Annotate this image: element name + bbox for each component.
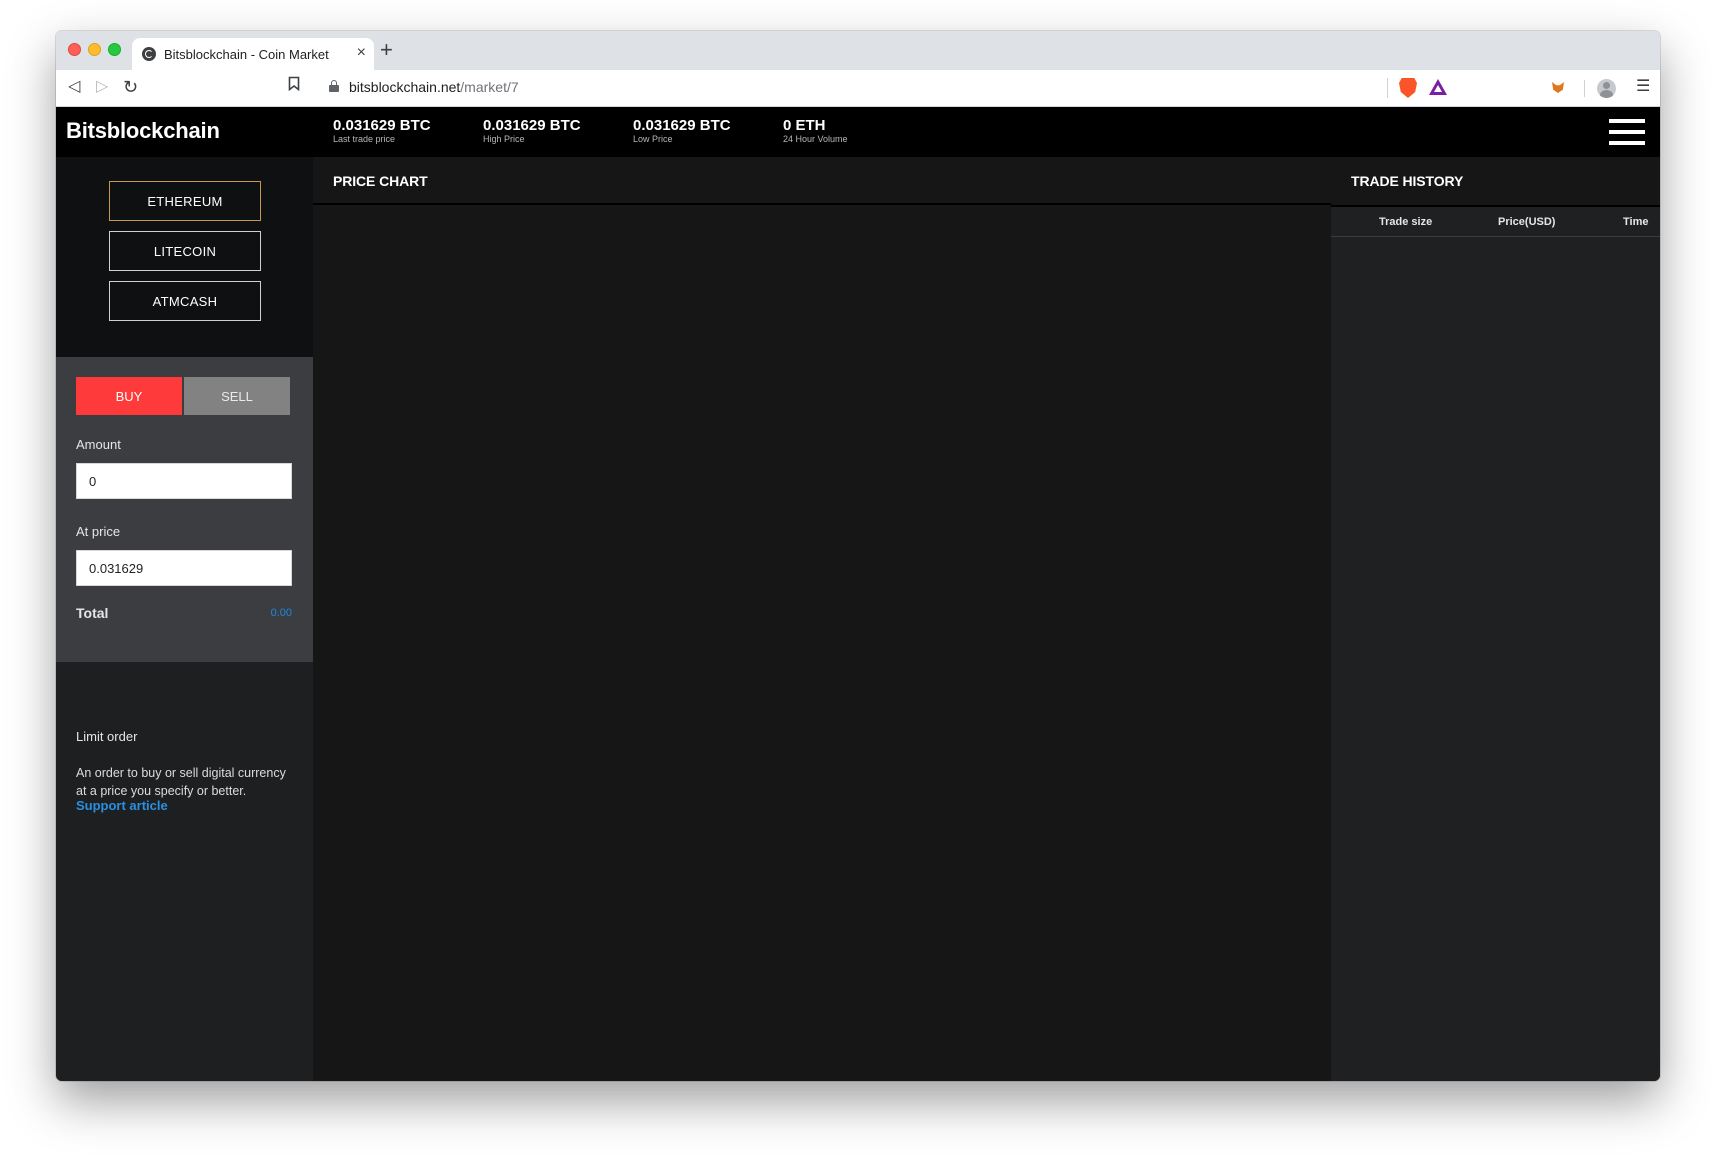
trade-history-title: TRADE HISTORY: [1351, 173, 1464, 189]
toolbar-separator: [1584, 80, 1585, 97]
left-sidebar: ETHEREUM LITECOIN ATMCASH BUY SELL Amoun…: [56, 157, 313, 1081]
forward-icon[interactable]: ▷: [96, 76, 108, 98]
browser-toolbar: ◁ ▷ ↻ bitsblockchain.net/market/7 ☰: [56, 70, 1660, 107]
stat-24h-volume: 0 ETH 24 Hour Volume: [783, 117, 848, 145]
browser-menu-icon[interactable]: ☰: [1636, 76, 1650, 98]
metamask-extension-icon[interactable]: [1552, 82, 1564, 93]
browser-window: Bitsblockchain - Coin Market × + ◁ ▷ ↻ b…: [56, 31, 1660, 1081]
close-tab-icon[interactable]: ×: [357, 44, 366, 62]
stat-label: 24 Hour Volume: [783, 134, 848, 144]
support-article-link[interactable]: Support article: [76, 798, 168, 813]
address-bar[interactable]: bitsblockchain.net/market/7: [319, 74, 1471, 102]
page: Bitsblockchain 0.031629 BTC Last trade p…: [56, 107, 1660, 1081]
new-tab-button[interactable]: +: [380, 37, 393, 63]
hamburger-menu-icon[interactable]: [1609, 119, 1645, 145]
trade-history-panel: TRADE HISTORY Trade size Price(USD) Time: [1331, 157, 1660, 1081]
browser-tab[interactable]: Bitsblockchain - Coin Market ×: [132, 38, 374, 70]
stat-label: High Price: [483, 134, 525, 144]
coin-selector: ETHEREUM LITECOIN ATMCASH: [56, 157, 313, 357]
url-separator: [1387, 78, 1388, 98]
stat-high-price: 0.031629 BTC High Price: [483, 117, 581, 145]
price-input[interactable]: 0.031629: [76, 550, 292, 586]
price-label: At price: [76, 524, 121, 539]
bookmark-icon[interactable]: [288, 76, 300, 98]
trade-history-columns: Trade size Price(USD) Time: [1331, 205, 1660, 237]
globe-icon: [142, 47, 156, 61]
stat-low-price: 0.031629 BTC Low Price: [633, 117, 731, 145]
tab-strip: Bitsblockchain - Coin Market × +: [56, 31, 1660, 70]
reload-icon[interactable]: ↻: [123, 76, 138, 98]
close-window-button[interactable]: [68, 43, 81, 56]
brave-rewards-icon[interactable]: [1429, 79, 1447, 95]
sell-tab-button[interactable]: SELL: [184, 377, 290, 415]
amount-input[interactable]: 0: [76, 463, 292, 499]
total-value: 0.00: [270, 607, 292, 619]
column-header-time: Time: [1623, 216, 1649, 228]
coin-button-litecoin[interactable]: LITECOIN: [109, 231, 261, 271]
price-chart-area[interactable]: [313, 205, 1331, 1081]
help-text: An order to buy or sell digital currency…: [76, 766, 286, 798]
stat-value: 0.031629 BTC: [483, 117, 581, 134]
stat-value: 0 ETH: [783, 117, 826, 134]
buy-tab-button[interactable]: BUY: [76, 377, 182, 415]
amount-label: Amount: [76, 437, 121, 452]
help-title: Limit order: [76, 729, 138, 744]
back-icon[interactable]: ◁: [68, 76, 80, 98]
coin-button-atmcash[interactable]: ATMCASH: [109, 281, 261, 321]
tab-title: Bitsblockchain - Coin Market: [164, 47, 329, 62]
brave-shields-icon[interactable]: [1399, 78, 1417, 98]
order-form: BUY SELL Amount 0 At price 0.031629 Tota…: [56, 357, 313, 662]
url-path: /market/7: [460, 79, 519, 95]
column-header-trade-size: Trade size: [1379, 216, 1433, 228]
lock-icon: [329, 80, 339, 92]
stat-label: Low Price: [633, 134, 673, 144]
url-host: bitsblockchain.net: [349, 79, 461, 95]
price-chart-title: PRICE CHART: [333, 173, 428, 189]
stat-label: Last trade price: [333, 134, 396, 144]
url-text: bitsblockchain.net/market/7: [349, 79, 519, 95]
column-header-price: Price(USD): [1498, 216, 1556, 228]
trade-history-header: TRADE HISTORY: [1331, 157, 1660, 205]
stat-last-trade-price: 0.031629 BTC Last trade price: [333, 117, 431, 145]
stat-value: 0.031629 BTC: [633, 117, 731, 134]
coin-button-ethereum[interactable]: ETHEREUM: [109, 181, 261, 221]
price-chart-header: PRICE CHART: [313, 157, 1331, 205]
minimize-window-button[interactable]: [88, 43, 101, 56]
site-logo[interactable]: Bitsblockchain: [66, 118, 220, 144]
profile-avatar-icon[interactable]: [1597, 79, 1616, 98]
site-header: Bitsblockchain 0.031629 BTC Last trade p…: [56, 107, 1660, 157]
stat-value: 0.031629 BTC: [333, 117, 431, 134]
total-label: Total: [76, 605, 109, 621]
zoom-window-button[interactable]: [108, 43, 121, 56]
